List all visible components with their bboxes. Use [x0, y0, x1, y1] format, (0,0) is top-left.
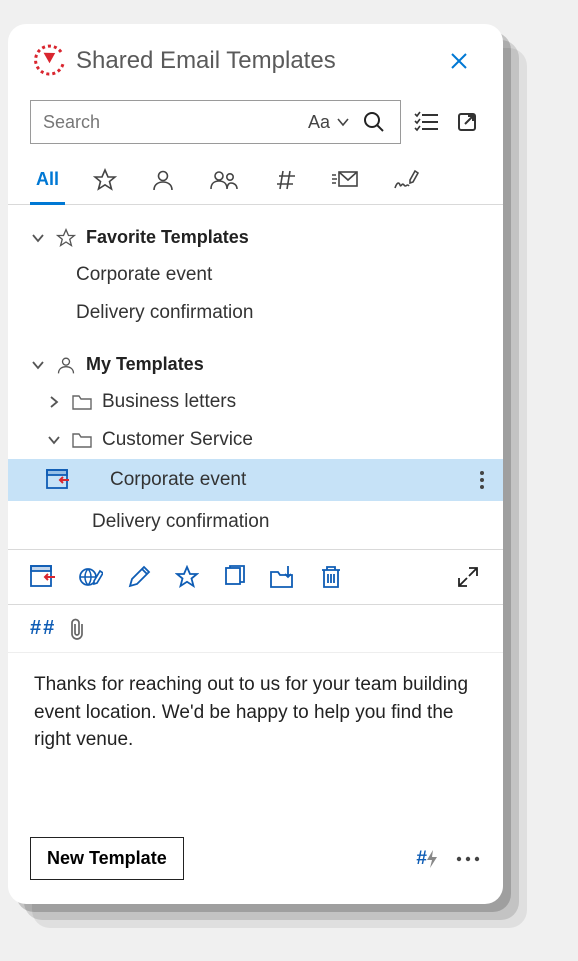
- insert-button[interactable]: [30, 564, 56, 590]
- signature-icon: [393, 168, 419, 192]
- search-row: Aa: [8, 90, 503, 152]
- search-icon-button[interactable]: [356, 110, 392, 134]
- template-tree: Favorite Templates Corporate event Deliv…: [8, 205, 503, 549]
- template-label: Corporate event: [110, 469, 246, 491]
- search-box: Aa: [30, 100, 401, 144]
- insert-template-icon: [46, 469, 70, 491]
- template-label: Delivery confirmation: [92, 511, 269, 533]
- manage-list-button[interactable]: [413, 111, 441, 133]
- favorite-template-item[interactable]: Delivery confirmation: [8, 294, 503, 332]
- preview-text: Thanks for reaching out to us for your t…: [34, 674, 468, 750]
- favorite-template-item[interactable]: Corporate event: [8, 256, 503, 294]
- search-input[interactable]: [43, 112, 302, 133]
- chevron-down-icon: [46, 433, 62, 447]
- star-outline-icon: [56, 228, 76, 248]
- chevron-down-icon: [336, 115, 350, 129]
- mail-send-icon: [331, 169, 359, 191]
- people-icon: [209, 168, 239, 192]
- template-more-button[interactable]: [479, 469, 485, 491]
- open-external-button[interactable]: [453, 111, 481, 133]
- edit-in-browser-button[interactable]: [78, 564, 104, 590]
- template-item[interactable]: Delivery confirmation: [8, 501, 503, 543]
- folder-customer-service[interactable]: Customer Service: [8, 421, 503, 459]
- shortcut-indicator[interactable]: ##: [30, 617, 56, 640]
- copy-button[interactable]: [222, 564, 248, 590]
- folder-business-letters[interactable]: Business letters: [8, 383, 503, 421]
- search-scope-dropdown[interactable]: Aa: [302, 112, 356, 133]
- person-icon: [151, 168, 175, 192]
- expand-button[interactable]: [455, 564, 481, 590]
- panel-header: Shared Email Templates: [8, 42, 503, 90]
- tab-all[interactable]: All: [30, 163, 65, 205]
- filter-tabs: All: [8, 152, 503, 205]
- hash-icon: [273, 168, 297, 192]
- quick-shortcut-button[interactable]: #: [416, 848, 439, 870]
- tab-mail[interactable]: [325, 163, 365, 203]
- chevron-down-icon: [30, 231, 46, 245]
- my-templates-group-header[interactable]: My Templates: [8, 346, 503, 383]
- save-to-button[interactable]: [270, 564, 296, 590]
- chevron-right-icon: [46, 395, 62, 409]
- tab-signatures[interactable]: [387, 162, 425, 204]
- template-label: Corporate event: [76, 264, 212, 286]
- folder-icon: [72, 393, 92, 411]
- folder-label: Business letters: [102, 391, 236, 413]
- chevron-down-icon: [30, 358, 46, 372]
- preview-toolbar: [8, 549, 503, 605]
- edit-button[interactable]: [126, 564, 152, 590]
- panel-title: Shared Email Templates: [76, 47, 443, 75]
- panel-footer: New Template #: [8, 825, 503, 886]
- tab-team[interactable]: [203, 162, 245, 204]
- footer-icons: #: [416, 848, 481, 870]
- template-label: Delivery confirmation: [76, 302, 253, 324]
- favorite-button[interactable]: [174, 564, 200, 590]
- search-scope-label: Aa: [308, 112, 330, 133]
- folder-label: Customer Service: [102, 429, 253, 451]
- shared-email-templates-panel: Shared Email Templates Aa All: [8, 24, 503, 904]
- new-template-button[interactable]: New Template: [30, 837, 184, 880]
- delete-button[interactable]: [318, 564, 344, 590]
- attachment-icon[interactable]: [68, 618, 86, 640]
- template-item-selected[interactable]: Corporate event: [8, 459, 503, 501]
- app-logo-icon: [30, 42, 68, 80]
- tab-favorites[interactable]: [87, 162, 123, 204]
- person-icon: [56, 355, 76, 375]
- close-button[interactable]: [443, 47, 475, 75]
- preview-meta: ##: [8, 605, 503, 653]
- favorites-group-header[interactable]: Favorite Templates: [8, 219, 503, 256]
- spacer: [8, 332, 503, 346]
- preview-body: Thanks for reaching out to us for your t…: [8, 653, 503, 825]
- tab-personal[interactable]: [145, 162, 181, 204]
- more-menu-button[interactable]: [455, 855, 481, 863]
- tab-shortcuts[interactable]: [267, 162, 303, 204]
- star-icon: [93, 168, 117, 192]
- bolt-icon: [425, 849, 439, 869]
- my-templates-label: My Templates: [86, 354, 204, 375]
- favorites-label: Favorite Templates: [86, 227, 249, 248]
- folder-icon: [72, 431, 92, 449]
